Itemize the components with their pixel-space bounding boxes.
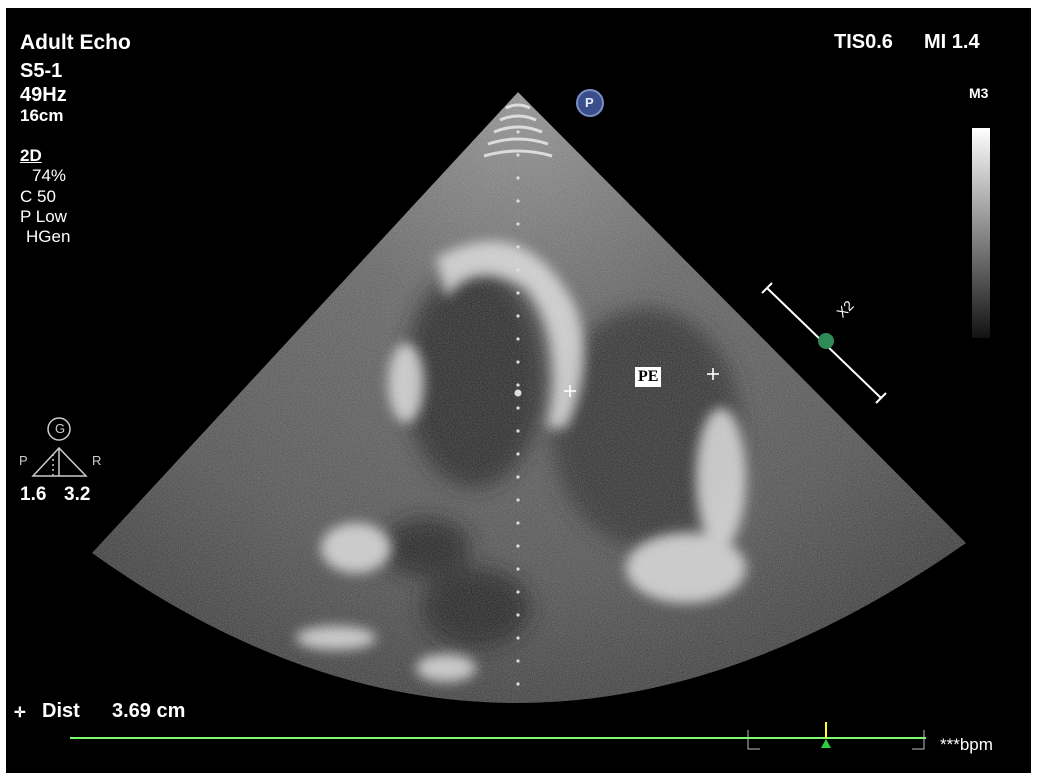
depth-dot <box>516 590 520 594</box>
depth-dot <box>516 130 520 134</box>
depth-dot <box>516 521 520 525</box>
orientation-r-label: R <box>92 453 102 468</box>
measurement-value: 3.69 cm <box>112 700 186 722</box>
orientation-triangle-icon <box>31 446 88 477</box>
depth-dot <box>516 291 520 295</box>
orientation-right-value: 3.2 <box>64 484 91 505</box>
gray-map-bar <box>972 128 990 338</box>
depth-dot <box>516 544 520 548</box>
depth-dot <box>516 475 520 479</box>
depth-dot <box>516 383 520 387</box>
depth-dot <box>516 613 520 617</box>
orientation-p-label: P <box>19 453 28 468</box>
depth-dot <box>516 429 520 433</box>
depth-dot <box>516 153 520 157</box>
depth-dot <box>516 268 520 272</box>
harmonics-label: HGen <box>26 227 71 246</box>
depth-label: 16cm <box>20 106 64 125</box>
measurement-label: Dist <box>42 700 80 722</box>
g-label: G <box>55 421 66 436</box>
tis-label: TIS0.6 <box>834 31 893 53</box>
colormap-label: M3 <box>969 85 989 101</box>
depth-dot <box>516 199 520 203</box>
ecg-bracket <box>747 730 925 750</box>
depth-dot <box>516 567 520 571</box>
preset-label: Adult Echo <box>20 31 131 54</box>
echo-sector-image <box>31 89 990 750</box>
depth-dot <box>516 360 520 364</box>
depth-dot <box>516 314 520 318</box>
power-label: P Low <box>20 207 67 226</box>
probe-label: S5-1 <box>20 60 63 82</box>
depth-dot <box>516 682 520 686</box>
measurement-symbol-icon: ✛ <box>14 704 26 720</box>
depth-dot <box>516 498 520 502</box>
p-marker-label: P <box>585 95 594 110</box>
frame-rate-label: 49Hz <box>20 84 67 106</box>
ultrasound-screen: Adult Echo S5-1 49Hz 16cm 2D 74% C 50 P … <box>0 0 1038 781</box>
mode-label: 2D <box>20 146 42 165</box>
depth-dot <box>516 222 520 226</box>
ecg-trigger-marker <box>821 739 831 748</box>
depth-dot <box>516 406 520 410</box>
scale-bar-marker[interactable] <box>818 333 834 349</box>
depth-dot <box>516 337 520 341</box>
heart-rate-label: ***bpm <box>940 735 993 754</box>
orientation-left-value: 1.6 <box>20 484 47 505</box>
mi-label: MI 1.4 <box>924 31 980 53</box>
focus-marker <box>514 389 522 397</box>
depth-dot <box>516 659 520 663</box>
depth-dot <box>516 452 520 456</box>
depth-dot <box>516 245 520 249</box>
depth-dot <box>516 636 520 640</box>
pe-annotation[interactable]: PE <box>635 367 662 387</box>
depth-dot <box>516 176 520 180</box>
gain-label: 74% <box>32 166 67 185</box>
compression-label: C 50 <box>20 187 56 206</box>
ultrasound-frame: Adult Echo S5-1 49Hz 16cm 2D 74% C 50 P … <box>6 8 1031 773</box>
